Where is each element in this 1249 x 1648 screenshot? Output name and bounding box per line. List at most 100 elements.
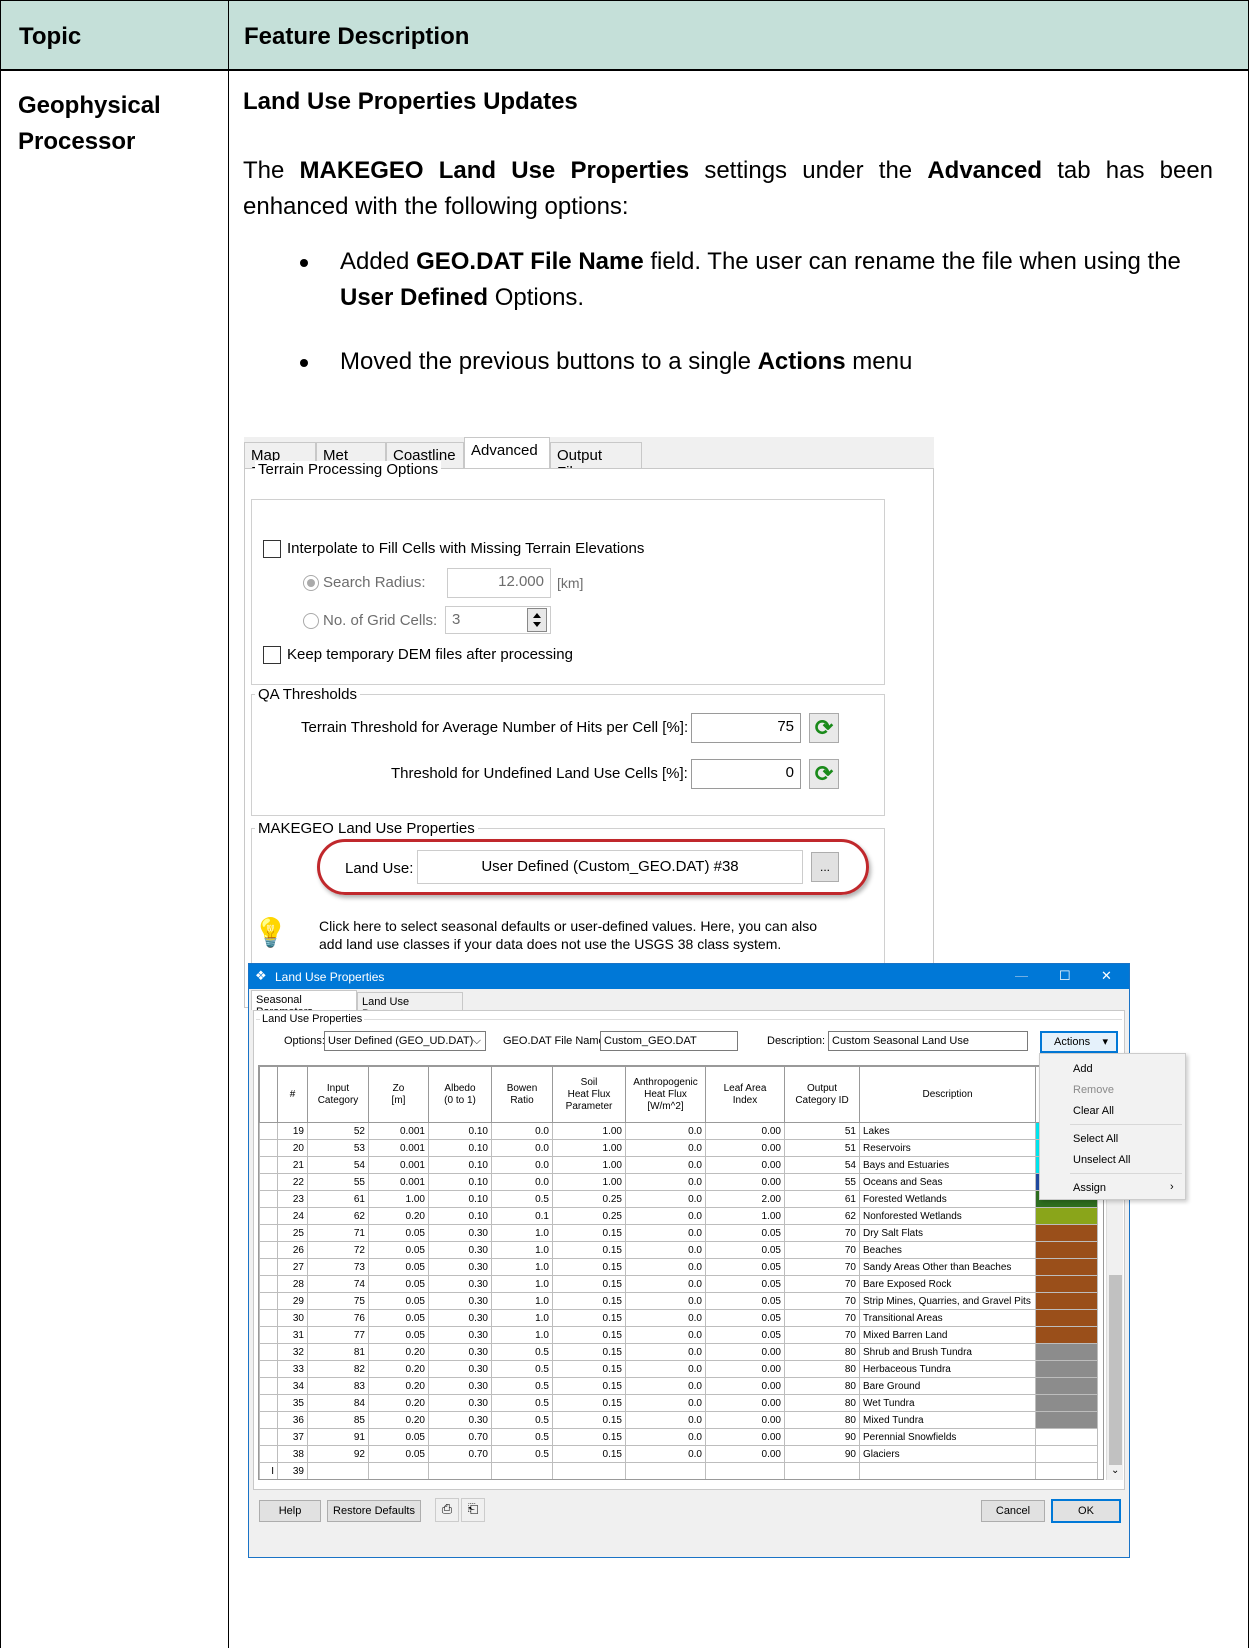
table-row[interactable]: 33 82 0.20 0.30 0.5 0.15 0.0 0.00 80 Herbaceous T… (259, 1360, 1098, 1378)
table-cell[interactable]: 71 (307, 1224, 369, 1242)
help-button[interactable]: Help (259, 1500, 321, 1522)
table-cell[interactable]: 0.5 (491, 1411, 553, 1429)
table-cell[interactable]: 80 (784, 1377, 860, 1395)
row-selector[interactable] (259, 1122, 278, 1140)
table-cell[interactable]: 0.0 (625, 1309, 706, 1327)
row-selector[interactable] (259, 1411, 278, 1429)
table-row[interactable]: 31 77 0.05 0.30 1.0 0.15 0.0 0.05 70 Mixed Barren… (259, 1326, 1098, 1344)
color-swatch[interactable] (1035, 1258, 1098, 1276)
table-cell[interactable]: 0.15 (552, 1241, 626, 1259)
color-swatch[interactable] (1035, 1445, 1098, 1463)
table-cell[interactable]: 77 (307, 1326, 369, 1344)
row-selector[interactable] (259, 1139, 278, 1157)
table-cell[interactable]: 0.5 (491, 1377, 553, 1395)
table-cell[interactable]: 26 (277, 1241, 308, 1259)
table-cell[interactable]: 0.10 (428, 1207, 492, 1225)
menu-item-remove[interactable]: Remove (1073, 1084, 1114, 1096)
table-cell[interactable]: 0.0 (625, 1292, 706, 1310)
table-cell[interactable]: 0.05 (368, 1428, 429, 1446)
table-cell[interactable]: 70 (784, 1258, 860, 1276)
table-cell[interactable]: 0.05 (705, 1224, 785, 1242)
table-cell[interactable]: 92 (307, 1445, 369, 1463)
table-cell[interactable]: 0.0 (491, 1139, 553, 1157)
table-cell[interactable]: 0.001 (368, 1122, 429, 1140)
color-swatch[interactable] (1035, 1207, 1098, 1225)
table-cell[interactable]: Strip Mines, Quarries, and Gravel Pits (859, 1292, 1036, 1310)
table-cell[interactable]: 85 (307, 1411, 369, 1429)
maximize-icon[interactable]: ☐ (1059, 968, 1071, 984)
table-cell[interactable]: 61 (307, 1190, 369, 1208)
table-cell[interactable] (428, 1462, 492, 1479)
menu-item-unselect-all[interactable]: Unselect All (1073, 1154, 1130, 1166)
table-cell[interactable]: 1.0 (491, 1275, 553, 1293)
row-selector[interactable] (259, 1190, 278, 1208)
table-cell[interactable]: 0.001 (368, 1139, 429, 1157)
table-cell[interactable]: 0.0 (625, 1173, 706, 1191)
cancel-button[interactable]: Cancel (981, 1500, 1045, 1522)
table-row[interactable]: 36 85 0.20 0.30 0.5 0.15 0.0 0.00 80 Mixed Tundra (259, 1411, 1098, 1429)
table-cell[interactable]: 0.20 (368, 1394, 429, 1412)
table-cell[interactable]: 0.30 (428, 1241, 492, 1259)
land-use-browse-button[interactable]: ... (811, 852, 839, 882)
table-cell[interactable]: 1.00 (552, 1173, 626, 1191)
table-cell[interactable]: 0.5 (491, 1360, 553, 1378)
search-radius-input[interactable]: 12.000 (447, 568, 551, 598)
table-cell[interactable]: 74 (307, 1275, 369, 1293)
table-cell[interactable]: 1.0 (491, 1292, 553, 1310)
color-swatch[interactable] (1035, 1462, 1098, 1479)
color-swatch[interactable] (1035, 1326, 1098, 1344)
table-cell[interactable]: 0.30 (428, 1377, 492, 1395)
table-cell[interactable]: 0.05 (705, 1292, 785, 1310)
table-cell[interactable]: 0.15 (552, 1377, 626, 1395)
table-cell[interactable]: 0.0 (625, 1377, 706, 1395)
table-cell[interactable]: 0.00 (705, 1139, 785, 1157)
table-cell[interactable]: 55 (784, 1173, 860, 1191)
table-cell[interactable]: 62 (784, 1207, 860, 1225)
table-cell[interactable]: 0.15 (552, 1309, 626, 1327)
table-cell[interactable]: 20 (277, 1139, 308, 1157)
restore-defaults-button[interactable]: Restore Defaults (327, 1500, 421, 1522)
table-cell[interactable]: 70 (784, 1292, 860, 1310)
table-cell[interactable]: Herbaceous Tundra (859, 1360, 1036, 1378)
table-row[interactable]: 38 92 0.05 0.70 0.5 0.15 0.0 0.00 90 Glaciers (259, 1445, 1098, 1463)
table-cell[interactable]: 76 (307, 1309, 369, 1327)
table-row[interactable]: 24 62 0.20 0.10 0.1 0.25 0.0 1.00 62 Nonforested … (259, 1207, 1098, 1225)
export-button[interactable]: ⎗ (461, 1498, 485, 1522)
table-cell[interactable]: Bare Exposed Rock (859, 1275, 1036, 1293)
table-cell[interactable]: Wet Tundra (859, 1394, 1036, 1412)
table-cell[interactable]: 0.0 (625, 1411, 706, 1429)
table-cell[interactable]: 0.05 (705, 1241, 785, 1259)
table-cell[interactable]: 0.00 (705, 1445, 785, 1463)
geodat-input[interactable]: Custom_GEO.DAT (600, 1031, 738, 1051)
table-cell[interactable]: 0.0 (625, 1241, 706, 1259)
table-row[interactable]: 32 81 0.20 0.30 0.5 0.15 0.0 0.00 80 Shrub and Br… (259, 1343, 1098, 1361)
table-cell[interactable]: Transitional Areas (859, 1309, 1036, 1327)
table-cell[interactable]: Mixed Barren Land (859, 1326, 1036, 1344)
table-cell[interactable]: 1.0 (491, 1258, 553, 1276)
color-swatch[interactable] (1035, 1394, 1098, 1412)
table-cell[interactable]: 0.15 (552, 1394, 626, 1412)
table-cell[interactable]: 54 (784, 1156, 860, 1174)
row-selector[interactable] (259, 1275, 278, 1293)
table-cell[interactable]: 1.00 (368, 1190, 429, 1208)
table-cell[interactable]: 0.0 (625, 1207, 706, 1225)
row-selector[interactable] (259, 1207, 278, 1225)
table-cell[interactable]: 0.05 (368, 1275, 429, 1293)
row-selector[interactable] (259, 1360, 278, 1378)
table-cell[interactable]: 73 (307, 1258, 369, 1276)
table-row[interactable]: I 39 (259, 1462, 1098, 1479)
table-cell[interactable]: 0.00 (705, 1394, 785, 1412)
table-cell[interactable] (552, 1462, 626, 1479)
table-cell[interactable]: 1.00 (552, 1156, 626, 1174)
color-swatch[interactable] (1035, 1292, 1098, 1310)
undefined-threshold-input[interactable]: 0 (691, 759, 801, 789)
row-selector[interactable] (259, 1428, 278, 1446)
table-cell[interactable]: Oceans and Seas (859, 1173, 1036, 1191)
table-cell[interactable]: Beaches (859, 1241, 1036, 1259)
close-icon[interactable]: ✕ (1101, 968, 1112, 984)
table-cell[interactable]: 0.05 (368, 1241, 429, 1259)
table-cell[interactable]: 1.0 (491, 1241, 553, 1259)
table-cell[interactable]: 0.70 (428, 1428, 492, 1446)
table-cell[interactable]: 0.05 (368, 1224, 429, 1242)
table-cell[interactable]: 81 (307, 1343, 369, 1361)
